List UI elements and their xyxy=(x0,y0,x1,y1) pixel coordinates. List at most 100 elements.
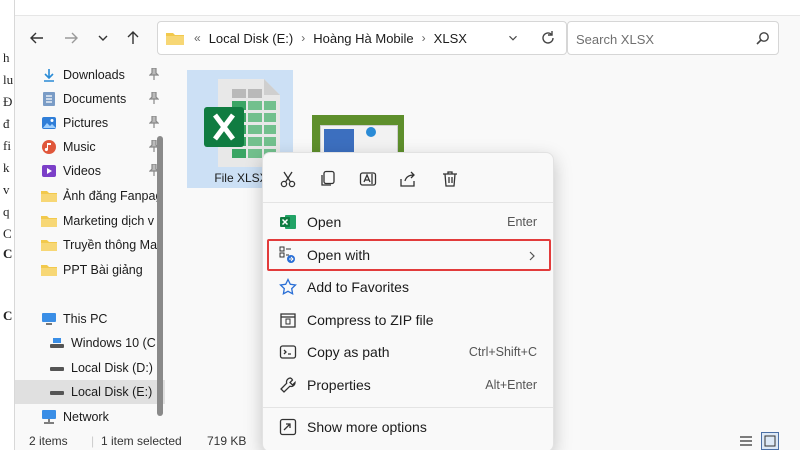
copy-button[interactable] xyxy=(311,163,345,195)
menu-item-compress-zip[interactable]: Compress to ZIP file xyxy=(267,304,551,336)
bg-text: q xyxy=(3,204,10,219)
pin-icon xyxy=(149,92,159,104)
sidebar-item-label: PPT Bài giảng xyxy=(63,263,143,277)
up-button[interactable] xyxy=(119,24,147,52)
sidebar-item-label: Local Disk (D:) xyxy=(71,361,153,375)
search-input[interactable]: Search XLSX xyxy=(567,21,779,55)
pc-icon xyxy=(42,313,56,325)
sidebar-item-documents[interactable]: Documents xyxy=(15,87,165,111)
chevron-right-icon xyxy=(529,251,535,261)
menu-label: Open with xyxy=(307,247,371,263)
recent-locations-button[interactable] xyxy=(89,24,117,52)
bg-text: C xyxy=(3,226,12,241)
breadcrumb-local-disk-e[interactable]: Local Disk (E:) xyxy=(209,31,294,46)
status-selected: 1 item selected xyxy=(101,434,182,448)
sidebar-item-local-disk-e[interactable]: Local Disk (E:) xyxy=(15,380,165,404)
music-icon xyxy=(42,140,56,154)
address-overflow[interactable]: « xyxy=(194,31,201,45)
sidebar-item-music[interactable]: Music xyxy=(15,135,165,159)
network-icon xyxy=(42,410,56,424)
sidebar-item-label: Local Disk (E:) xyxy=(71,385,153,399)
documents-icon xyxy=(43,92,55,106)
sidebar-item-label: Windows 10 (C xyxy=(71,336,156,350)
sidebar-item-pictures[interactable]: Pictures xyxy=(15,111,165,135)
download-icon xyxy=(44,69,54,82)
bg-text: fi xyxy=(3,138,11,153)
menu-item-copy-as-path[interactable]: Copy as path Ctrl+Shift+C xyxy=(267,336,551,368)
bg-text: C xyxy=(3,246,13,261)
menu-separator xyxy=(263,407,553,408)
zip-icon xyxy=(280,313,296,328)
details-view-icon[interactable] xyxy=(739,434,753,448)
arrow-right-icon xyxy=(65,32,78,44)
menu-label: Add to Favorites xyxy=(307,279,409,295)
sidebar-item-this-pc[interactable]: This PC xyxy=(15,307,165,331)
folder-icon xyxy=(41,240,57,251)
folder-icon xyxy=(41,191,57,202)
delete-button[interactable] xyxy=(433,163,467,195)
sidebar-item-local-disk-d[interactable]: Local Disk (D:) xyxy=(15,356,165,380)
more-options-icon xyxy=(279,418,297,436)
bg-text: h xyxy=(3,50,10,65)
chevron-down-icon[interactable] xyxy=(506,31,520,45)
menu-item-show-more-options[interactable]: Show more options xyxy=(267,411,551,443)
bg-text: v xyxy=(3,182,10,197)
chevron-down-icon xyxy=(98,35,108,41)
folder-icon xyxy=(41,265,57,276)
sidebar-item-ppt-bai-giang[interactable]: PPT Bài giảng xyxy=(15,258,165,282)
menu-item-properties[interactable]: Properties Alt+Enter xyxy=(267,369,551,401)
sidebar-item-marketing[interactable]: Marketing dịch v xyxy=(15,209,165,233)
menu-item-add-to-favorites[interactable]: Add to Favorites xyxy=(267,271,551,303)
breadcrumb-hoang-ha-mobile[interactable]: Hoàng Hà Mobile xyxy=(313,31,413,46)
rename-button[interactable] xyxy=(351,163,385,195)
menu-shortcut: Alt+Enter xyxy=(485,378,537,392)
sidebar-scrollbar[interactable] xyxy=(157,136,163,416)
menu-label: Open xyxy=(307,214,342,230)
drive-icon xyxy=(50,338,64,348)
wrench-icon xyxy=(280,377,296,393)
address-bar[interactable]: « Local Disk (E:) › Hoàng Hà Mobile › XL… xyxy=(157,21,567,55)
breadcrumb-separator: › xyxy=(301,31,306,45)
back-button[interactable] xyxy=(23,24,51,52)
bg-text: lu xyxy=(3,72,14,87)
status-item-count: 2 items xyxy=(29,434,68,448)
arrow-left-icon xyxy=(30,32,43,44)
delete-icon xyxy=(443,171,457,187)
pin-icon xyxy=(149,68,159,80)
breadcrumb-xlsx[interactable]: XLSX xyxy=(434,31,467,46)
sidebar-item-truyen-thong[interactable]: Truyền thông Ma xyxy=(15,233,165,257)
status-divider: | xyxy=(91,434,95,448)
toolbar: « Local Disk (E:) › Hoàng Hà Mobile › XL… xyxy=(15,16,800,60)
menu-label: Compress to ZIP file xyxy=(307,312,434,328)
menu-shortcut: Ctrl+Shift+C xyxy=(468,345,537,359)
folder-icon xyxy=(41,216,57,227)
search-icon xyxy=(756,32,769,45)
copy-icon xyxy=(321,170,335,186)
sidebar-item-label: Network xyxy=(63,410,109,424)
cut-button[interactable] xyxy=(271,163,305,195)
forward-button[interactable] xyxy=(57,24,85,52)
sidebar-item-label: This PC xyxy=(63,312,108,326)
sidebar-item-label: Truyền thông Ma xyxy=(63,238,158,252)
menu-label: Copy as path xyxy=(307,344,390,360)
sidebar-item-network[interactable]: Network xyxy=(15,405,165,429)
menu-item-open[interactable]: Open Enter xyxy=(267,206,551,238)
sidebar-item-label: Marketing dịch v xyxy=(63,214,155,228)
tiles-view-icon[interactable] xyxy=(761,432,779,450)
sidebar-item-videos[interactable]: Videos xyxy=(15,159,165,183)
sidebar-item-anh-dang-fanpage[interactable]: Ảnh đăng Fanpag xyxy=(15,184,165,208)
navigation-pane: Downloads Documents Pictures Music Video… xyxy=(15,60,165,430)
bg-text: Đ xyxy=(3,94,13,109)
refresh-icon[interactable] xyxy=(538,28,558,48)
star-icon xyxy=(279,278,297,296)
sidebar-item-windows-10[interactable]: Windows 10 (C xyxy=(15,331,165,355)
sidebar-item-label: Ảnh đăng Fanpag xyxy=(63,189,163,203)
excel-icon xyxy=(280,215,296,229)
share-button[interactable] xyxy=(391,163,425,195)
sidebar-item-label: Music xyxy=(63,140,96,154)
sidebar-item-downloads[interactable]: Downloads xyxy=(15,63,165,87)
cut-icon xyxy=(280,171,296,188)
menu-item-open-with[interactable]: Open with xyxy=(267,239,551,271)
sidebar-item-label: Pictures xyxy=(63,116,109,130)
bg-text: k xyxy=(3,160,10,175)
